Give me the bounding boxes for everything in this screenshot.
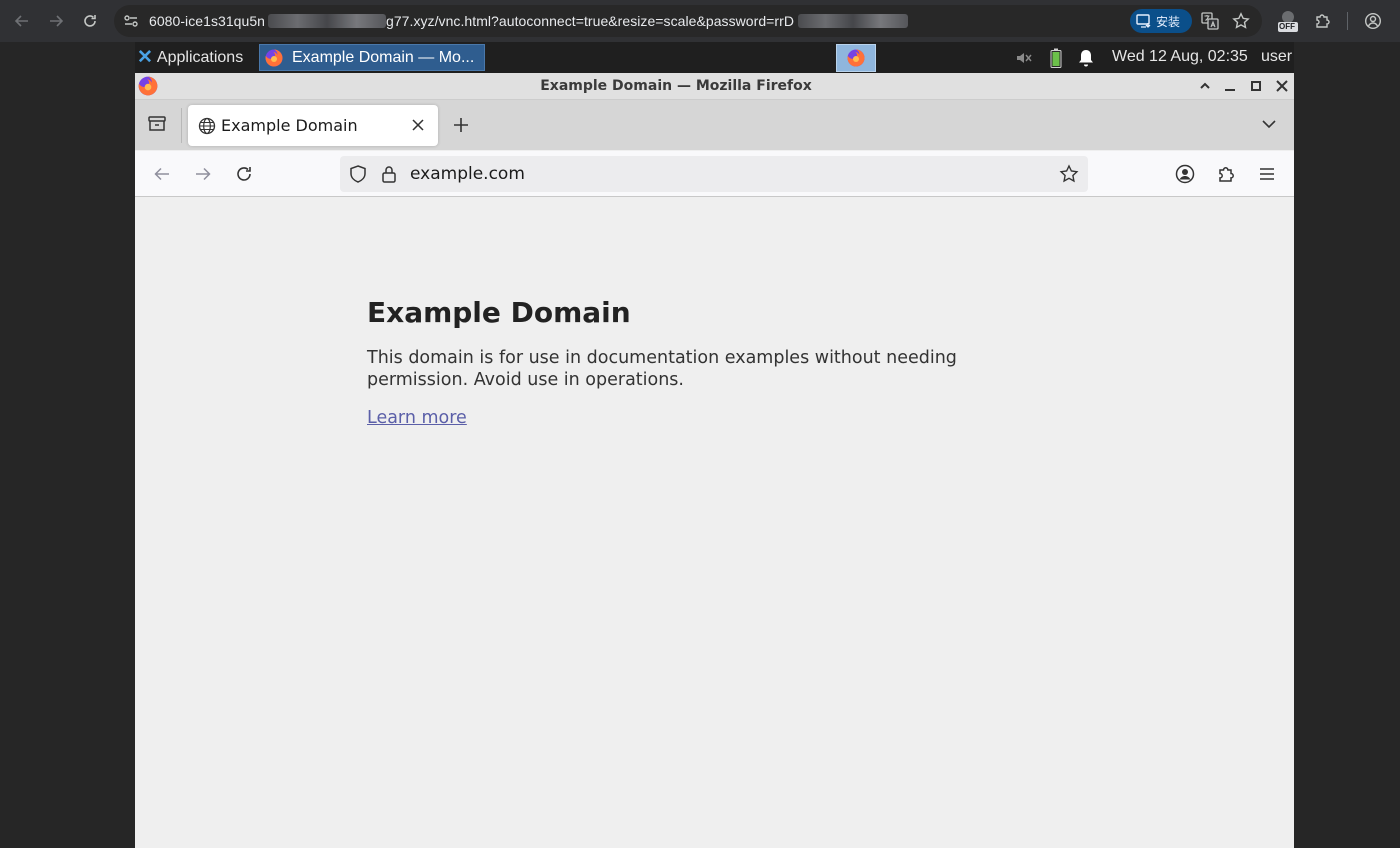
ff-url-bar[interactable]: example.com [340,156,1088,192]
ff-url-text[interactable]: example.com [410,164,525,184]
workspace-switcher[interactable] [836,44,876,72]
chrome-address-bar[interactable]: 6080-ice1s31qu5n g77.xyz/vnc.html?autoco… [114,5,1262,37]
firefox-icon [265,48,283,66]
battery-indicator[interactable] [1046,48,1066,68]
back-icon [154,167,169,181]
extensions-icon [1219,167,1234,182]
applications-menu-button[interactable]: ✕ Applications [135,45,243,70]
page-paragraph: This domain is for use in documentation … [367,348,957,390]
firefox-view-icon [148,116,166,131]
window-close-button[interactable] [1272,76,1292,96]
bookmark-star-icon [1059,164,1079,183]
forward-icon [196,167,211,181]
firefox-nav-toolbar: example.com [135,151,1294,197]
translate-button[interactable] [1199,10,1221,32]
tab-favicon [198,117,216,140]
close-icon [1276,80,1288,92]
ff-account-button[interactable] [1172,161,1198,187]
extensions-icon [1316,14,1330,28]
close-icon [412,119,424,131]
tracking-protection-button[interactable] [348,164,368,189]
extension-badge-label: OFF [1279,22,1295,31]
site-info-icon [124,15,138,27]
panel-clock[interactable]: Wed 12 Aug, 02:35 [1112,48,1248,66]
taskbar-task-title: Example Domain — Mo... [292,48,475,66]
firefox-window: Example Domain — Mozilla Firefox Example… [135,73,1294,848]
firefox-view-button[interactable] [147,114,169,136]
menu-icon [1260,168,1274,180]
ff-extensions-button[interactable] [1213,161,1239,187]
tab-title: Example Domain [221,116,358,135]
tab-close-button[interactable] [411,118,427,134]
install-label: 安装 [1156,14,1181,29]
ff-app-menu-button[interactable] [1254,161,1280,187]
remote-desktop: ✕ Applications Example Domain — Mo... We… [135,42,1294,848]
url-redaction [268,14,386,28]
site-info-button[interactable] [122,12,140,30]
page-heading: Example Domain [367,296,631,329]
chrome-toolbar: 6080-ice1s31qu5n g77.xyz/vnc.html?autoco… [0,0,1400,42]
firefox-titlebar[interactable]: Example Domain — Mozilla Firefox [135,73,1294,99]
chrome-profile-button[interactable] [1362,10,1384,32]
learn-more-link[interactable]: Learn more [367,408,467,428]
notifications-button[interactable] [1076,48,1096,68]
window-title: Example Domain — Mozilla Firefox [540,78,812,94]
ff-reload-button[interactable] [231,161,257,187]
plus-icon [454,118,468,132]
bell-icon [1079,50,1093,67]
ff-back-button[interactable] [149,161,175,187]
url-redaction [798,14,908,28]
maximize-icon [1251,81,1261,91]
taskbar-task-firefox[interactable]: Example Domain — Mo... [259,44,485,71]
chevron-down-icon [1262,120,1276,129]
ff-forward-button[interactable] [190,161,216,187]
chrome-back-button[interactable] [10,9,34,33]
reload-icon [237,167,251,181]
toolbar-divider [1347,12,1348,30]
minimize-icon [1225,89,1235,91]
window-minimize-button[interactable] [1220,76,1240,96]
chrome-forward-button[interactable] [44,9,68,33]
firefox-tab-strip: Example Domain [135,99,1294,150]
globe-icon [198,117,216,135]
install-app-button[interactable]: 安装 [1130,9,1192,33]
translate-icon [1201,12,1219,30]
forward-icon [50,15,64,27]
chevron-up-icon [1200,82,1210,89]
new-tab-button[interactable] [452,116,472,136]
bookmark-star-icon [1232,12,1250,29]
window-shade-button[interactable] [1195,76,1215,96]
page-content: Example Domain This domain is for use in… [135,198,1294,848]
reload-icon [84,15,96,27]
battery-icon [1050,48,1062,68]
chrome-url-start: 6080-ice1s31qu5n [149,13,266,29]
extension-off-button[interactable]: OFF [1276,9,1300,33]
ff-bookmark-button[interactable] [1059,164,1079,189]
chrome-reload-button[interactable] [78,9,102,33]
shield-icon [350,165,366,183]
window-maximize-button[interactable] [1246,76,1266,96]
lock-icon [382,166,396,183]
list-all-tabs-button[interactable] [1261,116,1281,136]
mute-icon [1017,53,1032,63]
tab-example-domain[interactable]: Example Domain [188,105,438,146]
panel-user-menu[interactable]: user [1261,48,1292,66]
profile-icon [1364,12,1382,30]
chrome-url-end: g77.xyz/vnc.html?autoconnect=true&resize… [386,13,794,29]
firefox-icon [847,49,865,67]
install-icon [1136,14,1151,28]
site-security-button[interactable] [379,164,399,189]
volume-button[interactable] [1014,48,1034,68]
tab-divider [181,108,182,143]
account-icon [1175,164,1195,184]
chrome-extensions-button[interactable] [1312,10,1334,32]
desktop-panel: ✕ Applications Example Domain — Mo... We… [135,42,1294,73]
xfce-logo-icon: ✕ [137,47,153,68]
chrome-bookmark-button[interactable] [1230,10,1252,32]
back-icon [14,15,28,27]
applications-label: Applications [156,48,244,66]
